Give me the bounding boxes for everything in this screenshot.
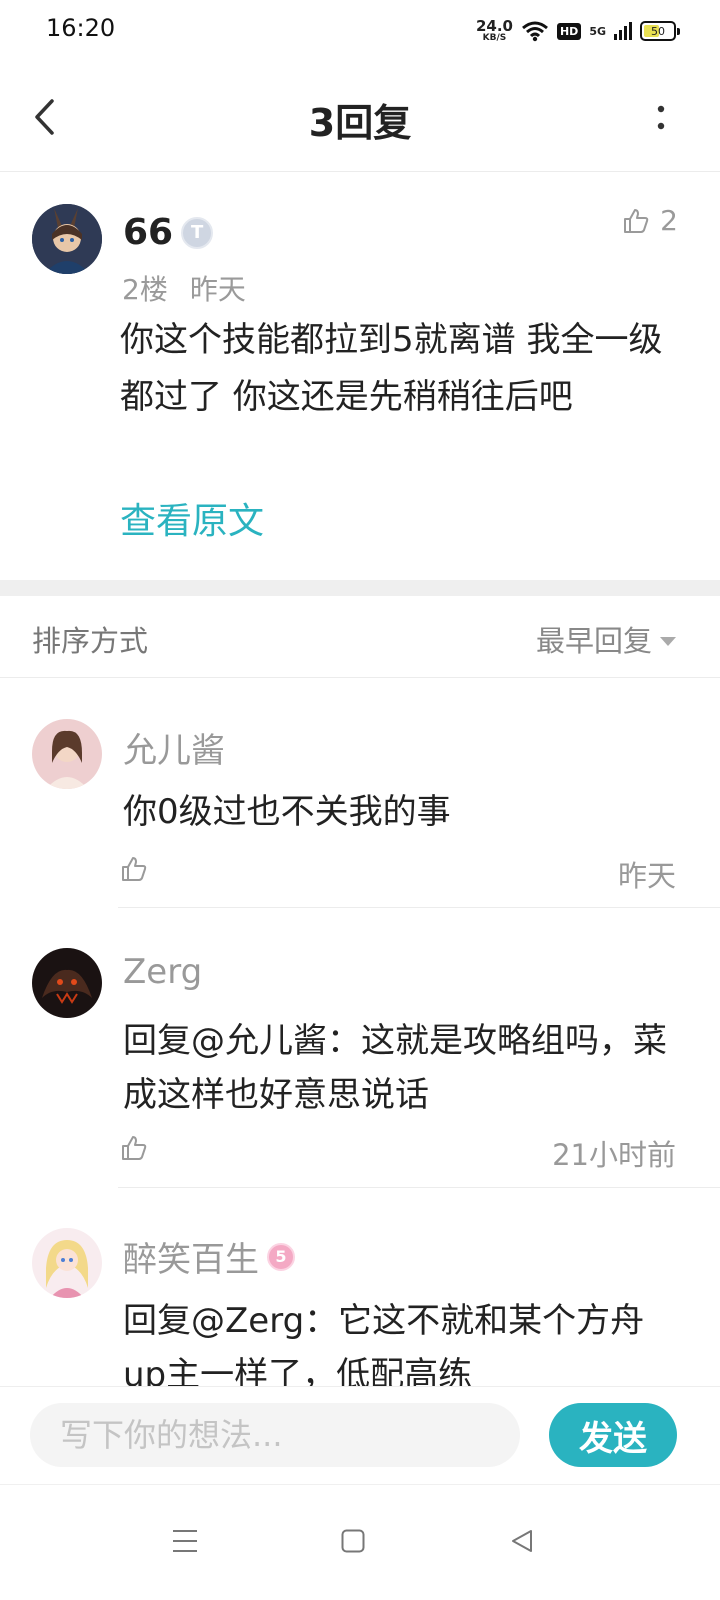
menu-icon (173, 1530, 197, 1552)
sort-dropdown[interactable]: 最早回复 (536, 618, 676, 660)
sort-label: 排序方式 (32, 624, 149, 658)
username[interactable]: 允儿酱 (123, 723, 225, 772)
thumbs-up-icon (122, 857, 147, 881)
reply-username[interactable]: 醉笑百生 5 (123, 1232, 295, 1281)
reply-username[interactable]: 允儿酱 (123, 723, 225, 772)
thumbs-up-icon (624, 208, 649, 233)
avatar[interactable] (32, 1228, 102, 1298)
username[interactable]: Zerg (123, 952, 202, 992)
reply-username[interactable]: Zerg (123, 952, 202, 992)
post-author: 66 T (123, 212, 214, 253)
more-vertical-icon (657, 105, 665, 130)
network-type: 5G (589, 24, 606, 38)
reply-time: 昨天 (617, 859, 676, 893)
avatar-image (32, 948, 102, 1018)
recent-apps-button[interactable] (155, 1511, 215, 1571)
like-button[interactable] (120, 855, 150, 885)
main-comment: 66 T 2 2楼 昨天 你这个技能都拉到5就离谱 我全一级都过了 你这还是先稍… (0, 172, 720, 580)
floor-number: 2楼 (122, 273, 168, 306)
battery-icon: 50 (640, 21, 680, 41)
status-icons: 24.0 KB/S HD 5G 50 (476, 14, 680, 48)
level-badge-icon: 5 (267, 1242, 295, 1271)
network-speed-value: 24.0 (475, 17, 513, 35)
view-original-link[interactable]: 查看原文 (120, 492, 264, 544)
comment-composer: 发送 (0, 1386, 720, 1484)
like-button[interactable] (120, 1134, 150, 1164)
section-divider (0, 580, 720, 596)
level-badge-icon: T (181, 216, 214, 249)
post-meta: 2楼 昨天 (122, 268, 246, 308)
reply-item: 醉笑百生 5 回复@Zerg：它这不就和某个方舟up主一样了，低配高练 (0, 1188, 720, 1386)
caret-down-icon (660, 636, 676, 646)
post-text: 你这个技能都拉到5就离谱 我全一级都过了 你这还是先稍稍往后吧 (120, 320, 663, 417)
avatar[interactable] (32, 204, 102, 274)
username[interactable]: 66 (123, 212, 173, 253)
reply-text: 你0级过也不关我的事 (123, 792, 451, 832)
network-speed-unit: KB/S (482, 33, 507, 43)
avatar-image (32, 1228, 102, 1298)
reply-item: Zerg 回复@允儿酱：这就是攻略组吗，菜成这样也好意思说话 21小时前 (0, 908, 720, 1188)
reply-time: 21小时前 (552, 1138, 676, 1172)
like-count: 2 (660, 204, 678, 237)
send-button[interactable]: 发送 (549, 1403, 677, 1467)
reply-text: 回复@Zerg：它这不就和某个方舟up主一样了，低配高练 (123, 1301, 645, 1386)
sort-bar: 排序方式 最早回复 (0, 596, 720, 678)
status-bar: 16:20 24.0 KB/S HD 5G 50 (0, 0, 720, 62)
back-nav-button[interactable] (492, 1511, 552, 1571)
square-icon (341, 1529, 365, 1553)
top-app-bar: 3回复 (0, 62, 720, 172)
page-title: 3回复 (308, 101, 412, 145)
home-button[interactable] (323, 1511, 383, 1571)
username[interactable]: 醉笑百生 (123, 1232, 259, 1281)
signal-icon (614, 22, 632, 40)
reply-item: 允儿酱 你0级过也不关我的事 昨天 (0, 679, 720, 908)
avatar-image (32, 204, 102, 274)
comment-input[interactable] (30, 1403, 520, 1467)
battery-level: 50 (651, 24, 665, 38)
reply-text: 回复@允儿酱：这就是攻略组吗，菜成这样也好意思说话 (123, 1021, 667, 1115)
avatar[interactable] (32, 948, 102, 1018)
hd-icon: HD (556, 22, 582, 40)
post-time: 昨天 (189, 273, 246, 306)
status-time: 16:20 (46, 14, 116, 42)
triangle-back-icon (512, 1530, 532, 1552)
avatar[interactable] (32, 719, 102, 789)
avatar-image (32, 719, 102, 789)
more-options-button[interactable] (646, 98, 676, 138)
thumbs-up-icon (122, 1136, 147, 1160)
system-navigation-bar (0, 1484, 720, 1600)
network-speed: 24.0 KB/S (476, 19, 513, 43)
like-button[interactable]: 2 (622, 204, 678, 237)
sort-selected-value: 最早回复 (535, 624, 652, 658)
wifi-icon (522, 21, 548, 42)
